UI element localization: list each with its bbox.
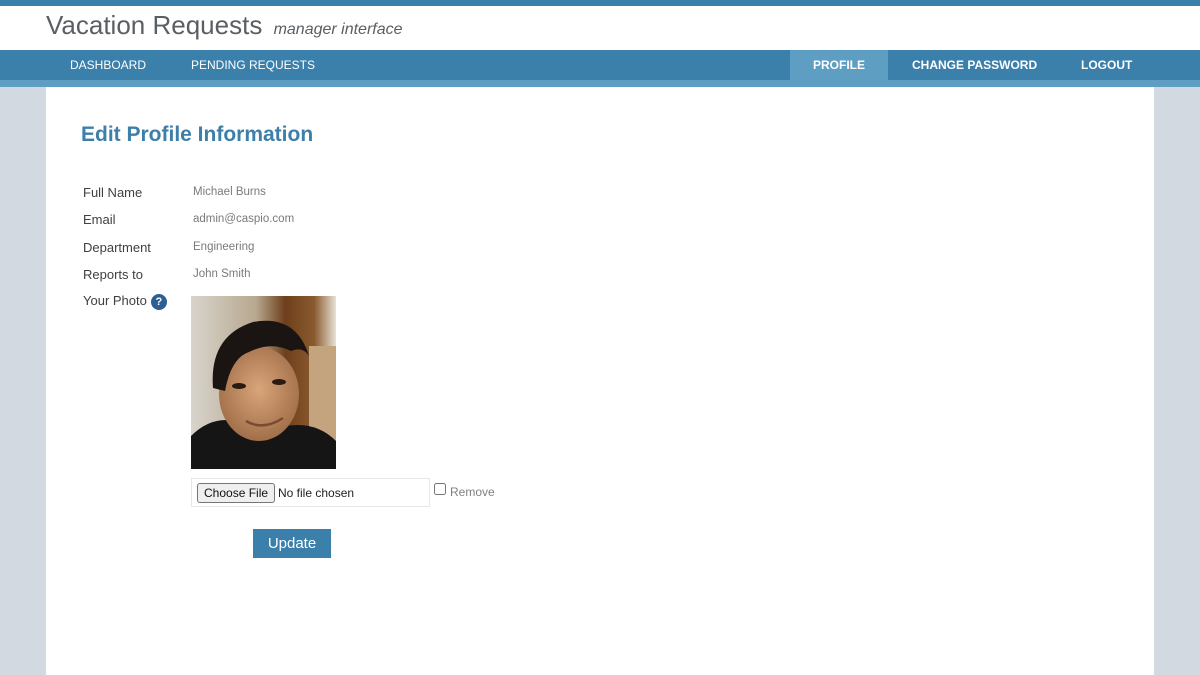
profile-photo xyxy=(191,296,336,469)
email-label: Email xyxy=(83,212,116,227)
app-title: Vacation Requests manager interface xyxy=(46,10,403,41)
nav-profile[interactable]: PROFILE xyxy=(790,50,888,80)
your-photo-label-text: Your Photo xyxy=(83,293,147,308)
remove-photo-label[interactable]: Remove xyxy=(450,485,495,499)
choose-file-button[interactable]: Choose File xyxy=(197,483,276,503)
content-panel: Edit Profile Information Full Name Micha… xyxy=(46,87,1154,675)
navbar-bottom-strip xyxy=(0,80,1200,87)
app-header: Vacation Requests manager interface xyxy=(0,6,1200,50)
email-value: admin@caspio.com xyxy=(193,213,295,225)
help-icon[interactable]: ? xyxy=(150,293,167,310)
department-label: Department xyxy=(83,240,151,255)
main-navbar: DASHBOARD PENDING REQUESTS PROFILE CHANG… xyxy=(0,50,1200,80)
full-name-value: Michael Burns xyxy=(193,186,266,198)
your-photo-label: Your Photo? xyxy=(83,293,167,310)
department-value: Engineering xyxy=(193,241,255,253)
nav-pending-requests[interactable]: PENDING REQUESTS xyxy=(191,50,315,80)
full-name-label: Full Name xyxy=(83,185,143,200)
nav-logout[interactable]: LOGOUT xyxy=(1081,50,1132,80)
no-file-chosen-text: No file chosen xyxy=(278,486,355,500)
page-title: Edit Profile Information xyxy=(81,123,314,146)
update-button[interactable]: Update xyxy=(253,529,331,558)
app-title-text: Vacation Requests xyxy=(46,10,263,40)
reports-to-value: John Smith xyxy=(193,268,251,280)
app-subtitle: manager interface xyxy=(273,21,403,38)
nav-dashboard[interactable]: DASHBOARD xyxy=(70,50,146,80)
file-upload-box: Choose File No file chosen xyxy=(191,478,430,507)
profile-photo-image xyxy=(191,296,336,469)
remove-photo-checkbox[interactable] xyxy=(434,483,446,495)
reports-to-label: Reports to xyxy=(83,267,143,282)
nav-change-password[interactable]: CHANGE PASSWORD xyxy=(912,50,1037,80)
